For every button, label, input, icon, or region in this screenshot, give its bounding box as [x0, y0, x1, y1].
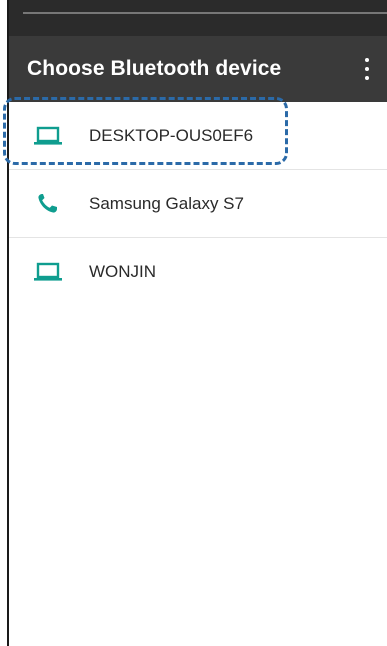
app-bar: Choose Bluetooth device: [9, 36, 387, 102]
page-title: Choose Bluetooth device: [27, 57, 282, 80]
status-bar-divider: [23, 12, 387, 14]
device-name: Samsung Galaxy S7: [89, 194, 244, 213]
device-row-desktop[interactable]: DESKTOP-OUS0EF6: [9, 102, 387, 170]
device-row-samsung[interactable]: Samsung Galaxy S7: [9, 170, 387, 238]
device-frame: Choose Bluetooth device DESKTOP-OUS0EF6 …: [7, 0, 387, 646]
device-row-wonjin[interactable]: WONJIN: [9, 238, 387, 306]
more-vert-icon[interactable]: [363, 58, 371, 80]
device-name: DESKTOP-OUS0EF6: [89, 126, 254, 145]
laptop-icon: [34, 262, 62, 281]
laptop-icon: [34, 126, 62, 145]
device-name: WONJIN: [89, 262, 157, 281]
status-bar: [9, 0, 387, 36]
device-list: DESKTOP-OUS0EF6 Samsung Galaxy S7 WONJIN: [9, 102, 387, 306]
phone-icon: [38, 194, 57, 213]
